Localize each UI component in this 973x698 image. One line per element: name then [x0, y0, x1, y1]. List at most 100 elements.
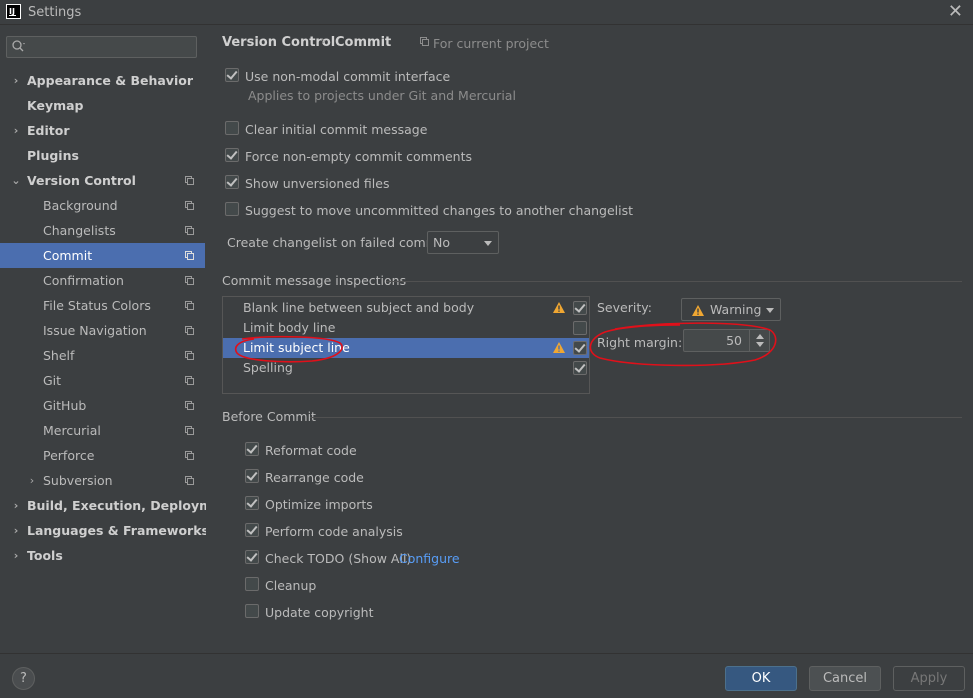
breadcrumb-parent[interactable]: Version Control — [222, 35, 335, 50]
sidebar-item-git[interactable]: Git — [0, 368, 205, 393]
right-margin-label: Right margin: — [597, 335, 683, 350]
sidebar-item-languages[interactable]: › Languages & Frameworks — [0, 518, 209, 543]
optimize-imports-checkbox[interactable] — [245, 496, 259, 510]
stepper-arrows[interactable] — [749, 330, 769, 351]
project-scope-icon — [420, 37, 429, 46]
suggest-move-checkbox[interactable] — [225, 202, 239, 216]
search-icon — [12, 40, 25, 52]
sidebar-item-commit[interactable]: Commit — [0, 243, 205, 268]
project-scope-icon — [185, 326, 194, 335]
sidebar-item-tools[interactable]: › Tools — [0, 543, 205, 568]
sidebar-item-perforce[interactable]: Perforce — [0, 443, 205, 468]
project-scope-icon — [185, 351, 194, 360]
warning-icon — [553, 342, 565, 353]
changelist-failed-select[interactable]: No — [427, 231, 499, 254]
clear-initial-checkbox[interactable] — [225, 121, 239, 135]
right-margin-stepper[interactable]: 50 — [683, 329, 770, 352]
sidebar-item-file-status-colors[interactable]: File Status Colors — [0, 293, 205, 318]
project-scope-icon — [185, 226, 194, 235]
project-scope-icon — [185, 476, 194, 485]
sidebar-item-github[interactable]: GitHub — [0, 393, 205, 418]
sidebar-item-issue-navigation[interactable]: Issue Navigation — [0, 318, 205, 343]
reformat-code-label: Reformat code — [265, 443, 357, 458]
severity-select[interactable]: Warning — [681, 298, 781, 321]
sidebar-item-confirmation[interactable]: Confirmation — [0, 268, 205, 293]
sidebar-item-changelists[interactable]: Changelists — [0, 218, 205, 243]
non-modal-checkbox[interactable] — [225, 68, 239, 82]
list-item[interactable]: Spelling — [223, 358, 589, 378]
cleanup-label: Cleanup — [265, 578, 317, 593]
cleanup-checkbox[interactable] — [245, 577, 259, 591]
help-button[interactable]: ? — [12, 667, 35, 690]
chevron-right-icon: › — [13, 549, 19, 562]
project-scope-icon — [185, 401, 194, 410]
inspection-checkbox[interactable] — [573, 301, 587, 315]
list-item[interactable]: Limit subject line — [223, 338, 589, 358]
warning-icon — [692, 305, 704, 316]
cancel-button[interactable]: Cancel — [809, 666, 881, 691]
section-divider — [310, 417, 962, 418]
apply-button[interactable]: Apply — [893, 666, 965, 691]
show-unversioned-label: Show unversioned files — [245, 176, 390, 191]
title-bar: IJ Settings ✕ — [0, 0, 973, 25]
project-scope-icon — [185, 426, 194, 435]
arrow-up-icon[interactable] — [756, 334, 764, 339]
force-nonempty-label: Force non-empty commit comments — [245, 149, 472, 164]
chevron-right-icon: › — [29, 474, 35, 487]
sidebar-item-appearance[interactable]: › Appearance & Behavior — [0, 68, 205, 93]
list-item[interactable]: Blank line between subject and body — [223, 298, 589, 318]
update-copyright-checkbox[interactable] — [245, 604, 259, 618]
project-scope-icon — [185, 376, 194, 385]
inspection-checkbox[interactable] — [573, 361, 587, 375]
section-divider — [386, 281, 962, 282]
arrow-down-icon[interactable] — [756, 342, 764, 347]
window-title: Settings — [28, 5, 82, 20]
reformat-code-checkbox[interactable] — [245, 442, 259, 456]
non-modal-label: Use non-modal commit interface — [245, 69, 451, 84]
project-scope-icon — [185, 176, 194, 185]
check-todo-checkbox[interactable] — [245, 550, 259, 564]
sidebar-item-mercurial[interactable]: Mercurial — [0, 418, 205, 443]
project-scope-icon — [185, 251, 194, 260]
chevron-down-icon — [766, 308, 774, 313]
settings-sidebar: › Appearance & Behavior Keymap › Editor … — [0, 26, 236, 653]
clear-initial-label: Clear initial commit message — [245, 122, 428, 137]
search-input[interactable] — [6, 36, 197, 58]
close-icon[interactable]: ✕ — [948, 1, 963, 22]
show-unversioned-checkbox[interactable] — [225, 175, 239, 189]
project-scope-icon — [185, 451, 194, 460]
force-nonempty-checkbox[interactable] — [225, 148, 239, 162]
project-scope-icon — [185, 301, 194, 310]
sidebar-item-plugins[interactable]: Plugins — [0, 143, 205, 168]
optimize-imports-label: Optimize imports — [265, 497, 373, 512]
sidebar-item-editor[interactable]: › Editor — [0, 118, 205, 143]
settings-content: Version Control › Commit For current pro… — [206, 26, 973, 653]
list-item[interactable]: Limit body line — [223, 318, 589, 338]
rearrange-code-checkbox[interactable] — [245, 469, 259, 483]
ok-button[interactable]: OK — [725, 666, 797, 691]
non-modal-hint: Applies to projects under Git and Mercur… — [248, 88, 516, 103]
code-analysis-label: Perform code analysis — [265, 524, 403, 539]
before-commit-section-title: Before Commit — [222, 409, 316, 424]
code-analysis-checkbox[interactable] — [245, 523, 259, 537]
scope-label: For current project — [433, 36, 549, 51]
page-title: Commit — [335, 35, 392, 50]
inspection-checkbox[interactable] — [573, 341, 587, 355]
chevron-right-icon: › — [13, 74, 19, 87]
sidebar-item-version-control[interactable]: ⌄ Version Control — [0, 168, 205, 193]
project-scope-icon — [185, 201, 194, 210]
inspection-checkbox[interactable] — [573, 321, 587, 335]
sidebar-item-build[interactable]: › Build, Execution, Deployment — [0, 493, 236, 518]
sidebar-item-subversion[interactable]: › Subversion — [0, 468, 205, 493]
inspections-section-title: Commit message inspections — [222, 273, 407, 288]
breadcrumb-separator: › — [321, 34, 327, 49]
update-copyright-label: Update copyright — [265, 605, 374, 620]
chevron-right-icon: › — [13, 499, 19, 512]
check-todo-label: Check TODO (Show All) — [265, 551, 412, 566]
configure-link[interactable]: Configure — [399, 551, 460, 566]
sidebar-item-background[interactable]: Background — [0, 193, 205, 218]
sidebar-item-shelf[interactable]: Shelf — [0, 343, 205, 368]
suggest-move-label: Suggest to move uncommitted changes to a… — [245, 203, 634, 218]
intellij-logo-icon: IJ — [6, 4, 21, 19]
sidebar-item-keymap[interactable]: Keymap — [0, 93, 205, 118]
